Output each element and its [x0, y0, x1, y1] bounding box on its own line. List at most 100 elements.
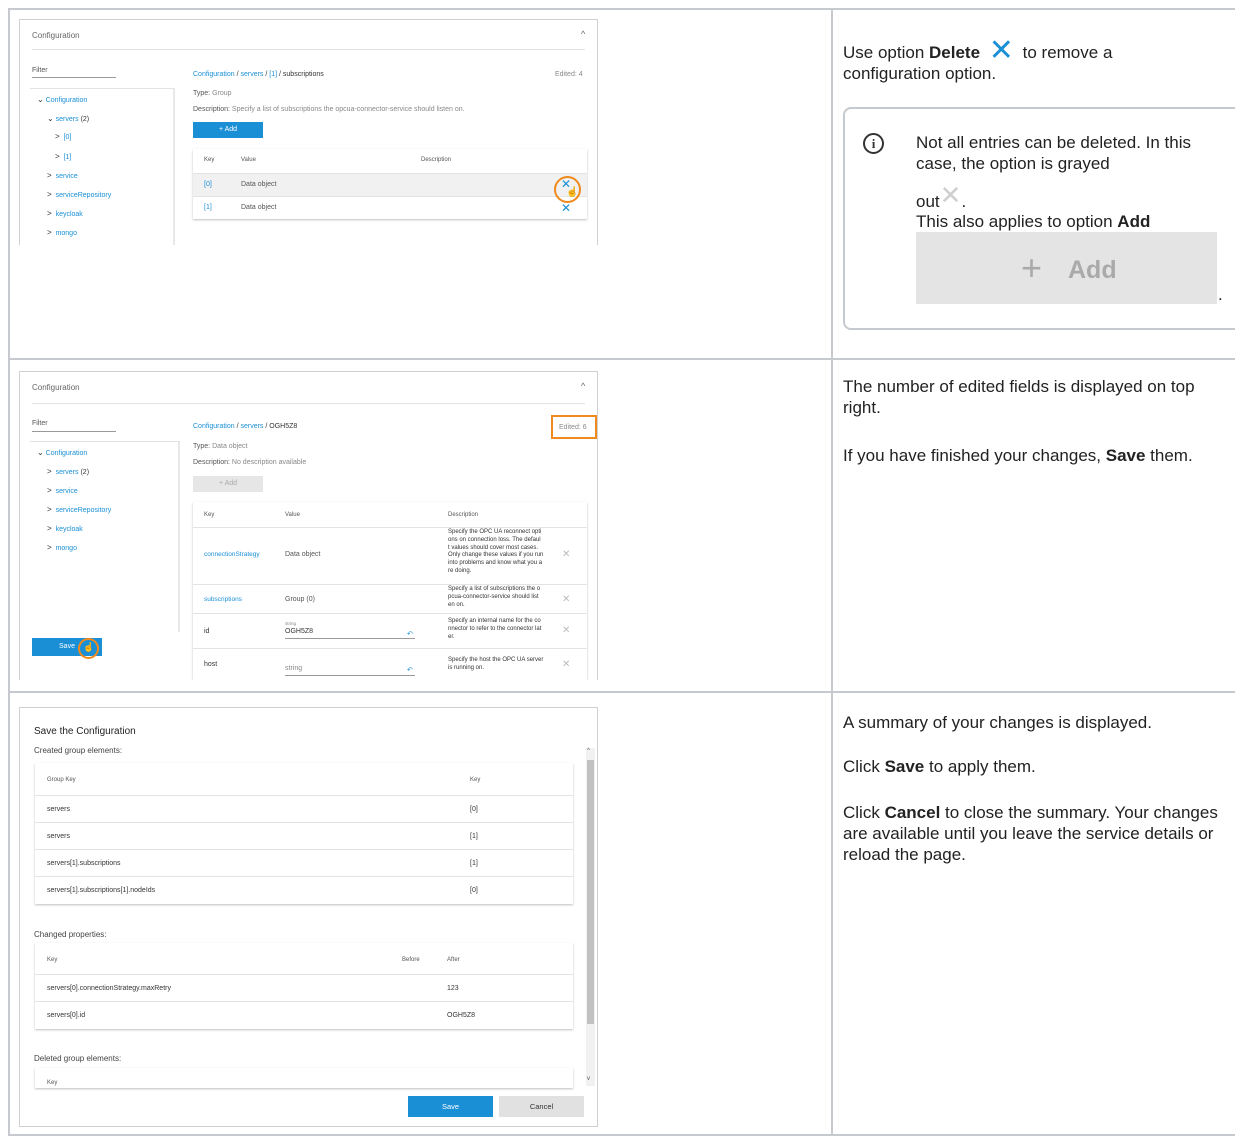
chevron-down-icon: ⌄	[37, 95, 44, 104]
undo-icon[interactable]: ↶	[407, 666, 413, 674]
close-icon[interactable]: ✕	[562, 594, 570, 605]
close-icon[interactable]: ✕	[562, 659, 570, 670]
host-input-underline	[285, 675, 415, 676]
close-icon[interactable]: ✕	[562, 549, 570, 560]
scroll-up-icon[interactable]: ^	[587, 748, 590, 754]
tree-item-servers[interactable]: ⌄ servers (2)	[47, 114, 89, 123]
undo-icon[interactable]: ↶	[407, 630, 413, 638]
chevron-down-icon: ⌄	[47, 114, 54, 123]
tree-item-servicerepository[interactable]: > serviceRepository	[47, 190, 111, 199]
config-tree: ⌄ Configuration > servers (2) > service …	[30, 441, 180, 632]
tree-item-mongo[interactable]: > mongo	[47, 228, 77, 237]
type-line: Type: Data object	[193, 443, 248, 450]
tree-scrollbar[interactable]	[173, 89, 175, 245]
chevron-right-icon: >	[55, 132, 60, 141]
host-input[interactable]: string	[285, 665, 302, 672]
row-value: Data object	[241, 204, 277, 211]
description-value: Specify a list of subscriptions the opcu…	[231, 106, 465, 113]
cell-after: 123	[447, 985, 459, 992]
row-key[interactable]: [0]	[204, 181, 212, 188]
cancel-button[interactable]: Cancel	[499, 1096, 584, 1117]
chevron-right-icon: >	[47, 467, 52, 476]
grid-line-left	[8, 8, 10, 1136]
row-key[interactable]: [1]	[204, 204, 212, 211]
table-row[interactable]: subscriptions Group (0) Specify a list o…	[193, 585, 587, 613]
tree-item-server-1[interactable]: > [1]	[55, 152, 71, 161]
table-row[interactable]: [1] Data object ✕	[193, 197, 587, 219]
bold: Cancel	[884, 803, 941, 822]
bold: Save	[1105, 446, 1146, 465]
bold: Save	[884, 757, 925, 776]
breadcrumb-servers[interactable]: servers	[240, 71, 263, 78]
row-value: Group (0)	[285, 596, 315, 603]
row-key: id	[204, 628, 210, 635]
table-row[interactable]: host string ↶ Specify the host the OPC U…	[193, 649, 587, 680]
filter-input[interactable]	[32, 77, 116, 78]
chevron-right-icon: >	[47, 543, 52, 552]
row-key[interactable]: subscriptions	[204, 596, 242, 603]
cell-group-key: servers	[47, 833, 70, 840]
row-value: Data object	[241, 181, 277, 188]
collapse-icon[interactable]: ^	[581, 381, 585, 391]
table-row[interactable]: [0] Data object ✕	[193, 174, 587, 196]
changed-label: Changed properties:	[34, 930, 107, 939]
filter-input[interactable]	[32, 431, 116, 432]
scrollbar-thumb[interactable]	[587, 760, 594, 1024]
tree-item-servicerepository[interactable]: > serviceRepository	[47, 505, 111, 514]
desc-line: Specify the host the OPC UA server	[448, 657, 544, 663]
tree-item-server-0[interactable]: > [0]	[55, 132, 71, 141]
breadcrumb-servers[interactable]: servers	[240, 423, 263, 430]
tree-item-service[interactable]: > service	[47, 486, 78, 495]
breadcrumb-configuration[interactable]: Configuration	[193, 423, 235, 430]
divider	[35, 876, 573, 877]
text: If you have finished your changes,	[843, 446, 1106, 465]
add-button[interactable]: + Add	[193, 122, 263, 138]
tree-item-service[interactable]: > service	[47, 171, 78, 180]
info-bold: Add	[1117, 212, 1151, 231]
description-label: Description:	[193, 106, 232, 113]
tree-count: (2)	[80, 116, 90, 123]
tree-item-keycloak[interactable]: > keycloak	[47, 209, 83, 218]
grid-line-row1	[8, 358, 1235, 360]
dialog-scrollbar[interactable]: ^ v	[586, 748, 595, 1086]
tree-item-keycloak[interactable]: > keycloak	[47, 524, 83, 533]
divider	[35, 1001, 573, 1002]
tree-item-configuration[interactable]: ⌄ Configuration	[37, 95, 87, 104]
col-value: Value	[285, 512, 300, 518]
tree-item-servers[interactable]: > servers (2)	[47, 467, 89, 476]
info-panel: i Not all entries can be deleted. In thi…	[843, 107, 1235, 330]
type-line: Type: Group	[193, 90, 232, 97]
config-screenshot-save: Configuration ^ Filter Configuration / s…	[19, 371, 598, 680]
row3-text-1: A summary of your changes is displayed.	[843, 713, 1152, 732]
breadcrumb-server-1[interactable]: [1]	[269, 71, 277, 78]
close-icon[interactable]: ✕	[561, 201, 571, 215]
id-input[interactable]: OGH5Z8	[285, 628, 313, 635]
col-description: Description	[448, 512, 479, 518]
breadcrumb-current: / OGH5Z8	[263, 423, 298, 430]
tree-label: [1]	[63, 154, 72, 161]
cell-group-key: servers	[47, 806, 70, 813]
tree-label: service	[55, 173, 78, 180]
desc-line: into problems and know what you a	[448, 560, 543, 567]
tree-label: Configuration	[45, 450, 88, 457]
row-key[interactable]: connectionStrategy	[204, 551, 260, 558]
tree-scrollbar[interactable]	[178, 442, 180, 632]
description-value: No description available	[231, 459, 307, 466]
collapse-icon[interactable]: ^	[581, 29, 585, 39]
desc-line: t values should cover most cases.	[448, 544, 539, 551]
tree-item-configuration[interactable]: ⌄ Configuration	[37, 448, 87, 457]
info-icon: i	[863, 133, 884, 154]
tree-label: service	[55, 488, 78, 495]
chevron-right-icon: >	[47, 505, 52, 514]
scroll-down-icon[interactable]: v	[587, 1076, 590, 1082]
chevron-down-icon: ⌄	[37, 448, 44, 457]
table-row[interactable]: connectionStrategy Data object Specify t…	[193, 528, 587, 584]
save-button[interactable]: Save	[408, 1096, 493, 1117]
col-after: After	[447, 957, 460, 963]
breadcrumb-configuration[interactable]: Configuration	[193, 71, 235, 78]
table-row[interactable]: id string OGH5Z8 ↶ Specify an internal n…	[193, 614, 587, 648]
chevron-right-icon: >	[47, 190, 52, 199]
tree-item-mongo[interactable]: > mongo	[47, 543, 77, 552]
plus-icon: +	[1021, 247, 1043, 288]
close-icon[interactable]: ✕	[562, 625, 570, 636]
